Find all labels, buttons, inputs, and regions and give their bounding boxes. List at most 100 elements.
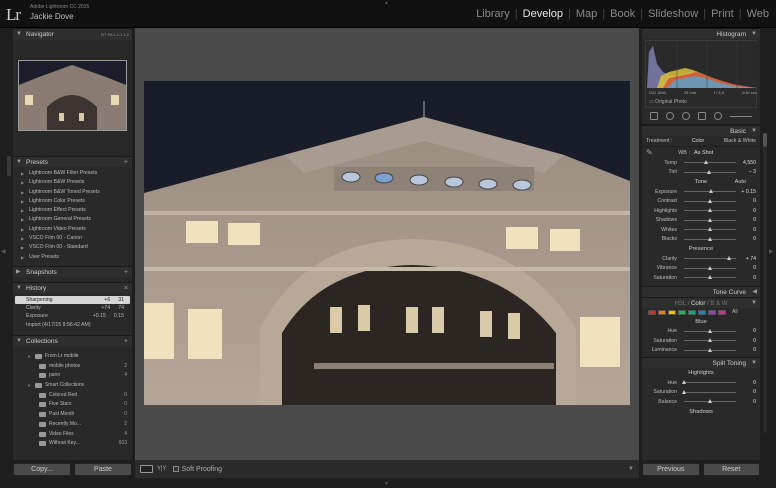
history-step[interactable]: Clarity +74 74 xyxy=(15,304,130,312)
shadows-slider[interactable] xyxy=(684,217,736,222)
collections-header[interactable]: ▼ Collections + xyxy=(13,335,132,346)
tint-slider[interactable] xyxy=(684,169,736,174)
module-book[interactable]: Book xyxy=(609,8,636,20)
right-panel-scrollbar[interactable] xyxy=(763,133,767,433)
tint-value[interactable]: − 3 xyxy=(740,169,756,175)
preset-folder[interactable]: ▶ Lightroom Color Presets xyxy=(13,197,132,206)
color-chip[interactable] xyxy=(718,309,726,315)
saturation-slider-knob[interactable] xyxy=(708,275,712,280)
color-chip[interactable] xyxy=(698,309,706,315)
blacks-slider[interactable] xyxy=(684,236,736,241)
collection-item[interactable]: Without Key... 603 xyxy=(13,439,132,449)
reset-button[interactable]: Reset xyxy=(702,463,760,476)
previous-button[interactable]: Previous xyxy=(642,463,700,476)
photo-preview[interactable] xyxy=(144,81,630,405)
blacks-slider-knob[interactable] xyxy=(708,236,712,241)
whites-slider[interactable] xyxy=(684,227,736,232)
color-chip[interactable] xyxy=(688,309,696,315)
hsl-saturation-slider[interactable] xyxy=(684,338,736,343)
tab-bw[interactable]: B & W xyxy=(710,301,727,307)
split-balance-slider[interactable] xyxy=(684,399,736,404)
history-step[interactable]: Sharpening +6 31 xyxy=(15,296,130,305)
exposure-slider-knob[interactable] xyxy=(709,189,714,194)
module-map[interactable]: Map xyxy=(575,8,598,20)
collection-item[interactable]: Five Stars 0 xyxy=(13,400,132,410)
contrast-slider[interactable] xyxy=(684,198,736,203)
all-colors-option[interactable]: All xyxy=(732,309,738,315)
original-photo-label[interactable]: ▭ Original Photo xyxy=(649,99,687,105)
hsl-hue-value[interactable]: 0 xyxy=(740,328,756,334)
color-chip[interactable] xyxy=(708,309,716,315)
left-panel-scrollbar[interactable] xyxy=(7,156,11,176)
tab-hsl[interactable]: HSL xyxy=(675,301,686,307)
auto-tone-button[interactable]: Auto xyxy=(735,177,746,187)
collection-item[interactable]: Video Files 4 xyxy=(13,430,132,440)
crop-tool-icon[interactable] xyxy=(650,112,658,120)
exposure-value[interactable]: + 0.15 xyxy=(740,189,756,195)
image-canvas[interactable] xyxy=(135,28,639,460)
color-chip[interactable] xyxy=(668,309,676,315)
module-slideshow[interactable]: Slideshow xyxy=(647,8,699,20)
treatment-color-option[interactable]: Color xyxy=(692,138,704,144)
split-highlight-hue-value[interactable]: 0 xyxy=(740,380,756,386)
split-highlight-hue-slider-knob[interactable] xyxy=(682,380,686,385)
preset-folder[interactable]: ▶ Lightroom B&W Presets xyxy=(13,178,132,187)
top-panel-toggle-icon[interactable]: ▲ xyxy=(384,0,389,6)
exposure-slider[interactable] xyxy=(684,189,736,194)
module-library[interactable]: Library xyxy=(475,8,511,20)
collection-item[interactable]: pano 4 xyxy=(13,371,132,381)
whites-slider-knob[interactable] xyxy=(708,227,712,232)
split-toning-header[interactable]: Split Toning ▼ xyxy=(642,357,760,368)
add-snapshot-icon[interactable]: + xyxy=(124,267,128,278)
treatment-bw-option[interactable]: Black & White xyxy=(724,138,756,144)
bottom-panel-toggle-icon[interactable]: ▼ xyxy=(384,481,389,487)
hsl-saturation-value[interactable]: 0 xyxy=(740,338,756,344)
spot-removal-icon[interactable] xyxy=(666,112,674,120)
color-chip[interactable] xyxy=(648,309,656,315)
red-eye-icon[interactable] xyxy=(682,112,690,120)
preset-folder[interactable]: ▶ Lightroom General Presets xyxy=(13,215,132,224)
vibrance-value[interactable]: 0 xyxy=(740,265,756,271)
collection-item[interactable]: Recently Mo... 2 xyxy=(13,420,132,430)
saturation-value[interactable]: 0 xyxy=(740,275,756,281)
preset-folder[interactable]: ▶ VSCO Film 00 - Canon xyxy=(13,234,132,243)
preset-folder[interactable]: ▶ Lightroom Video Presets xyxy=(13,225,132,234)
whites-value[interactable]: 0 xyxy=(740,227,756,233)
preset-folder[interactable]: ▶ Lightroom B&W Toned Presets xyxy=(13,188,132,197)
color-chip[interactable] xyxy=(658,309,666,315)
collection-set[interactable]: ▼ From Lr mobile xyxy=(13,352,132,362)
wb-dropdown[interactable]: As Shot xyxy=(694,150,713,156)
split-balance-slider-knob[interactable] xyxy=(708,399,712,404)
tab-color[interactable]: Color xyxy=(691,301,705,307)
soft-proofing-checkbox[interactable] xyxy=(172,466,179,472)
add-collection-icon[interactable]: + xyxy=(124,336,128,347)
hsl-saturation-slider-knob[interactable] xyxy=(708,338,712,343)
histogram[interactable]: ISO 1600 25 mm f / 4.0 1/30 sec ▭ Origin… xyxy=(645,40,757,108)
preset-folder[interactable]: ▶ Lightroom Effect Presets xyxy=(13,206,132,215)
highlights-slider-knob[interactable] xyxy=(708,208,712,213)
hsl-hue-slider-knob[interactable] xyxy=(708,328,712,333)
scrollbar-thumb[interactable] xyxy=(763,133,767,147)
temp-value[interactable]: 4,550 xyxy=(740,160,756,166)
shadows-slider-knob[interactable] xyxy=(708,217,712,222)
preset-folder[interactable]: ▶ VSCO Film 00 - Standard xyxy=(13,243,132,252)
split-highlight-saturation-slider[interactable] xyxy=(682,389,736,394)
presets-header[interactable]: ▼ Presets + xyxy=(13,156,132,167)
collection-item[interactable]: Colored Red 0 xyxy=(13,391,132,401)
vibrance-slider-knob[interactable] xyxy=(708,265,712,270)
wb-eyedropper-icon[interactable]: ✎ xyxy=(646,148,666,157)
left-panel-toggle-icon[interactable]: ◀ xyxy=(1,248,6,255)
highlights-value[interactable]: 0 xyxy=(740,208,756,214)
tone-curve-header[interactable]: Tone Curve ◀ xyxy=(642,285,760,297)
collection-item[interactable]: Past Month 0 xyxy=(13,410,132,420)
clarity-value[interactable]: + 74 xyxy=(740,256,756,262)
navigator-preview[interactable] xyxy=(18,60,127,131)
basic-header[interactable]: Basic ▼ xyxy=(642,125,760,136)
graduated-filter-icon[interactable] xyxy=(698,112,706,120)
hsl-luminance-slider[interactable] xyxy=(684,347,736,352)
color-chip[interactable] xyxy=(678,309,686,315)
split-highlight-saturation-value[interactable]: 0 xyxy=(740,389,756,395)
history-header[interactable]: ▼ History × xyxy=(13,282,132,293)
vibrance-slider[interactable] xyxy=(684,265,736,270)
collection-item[interactable]: mobile photos 2 xyxy=(13,362,132,372)
